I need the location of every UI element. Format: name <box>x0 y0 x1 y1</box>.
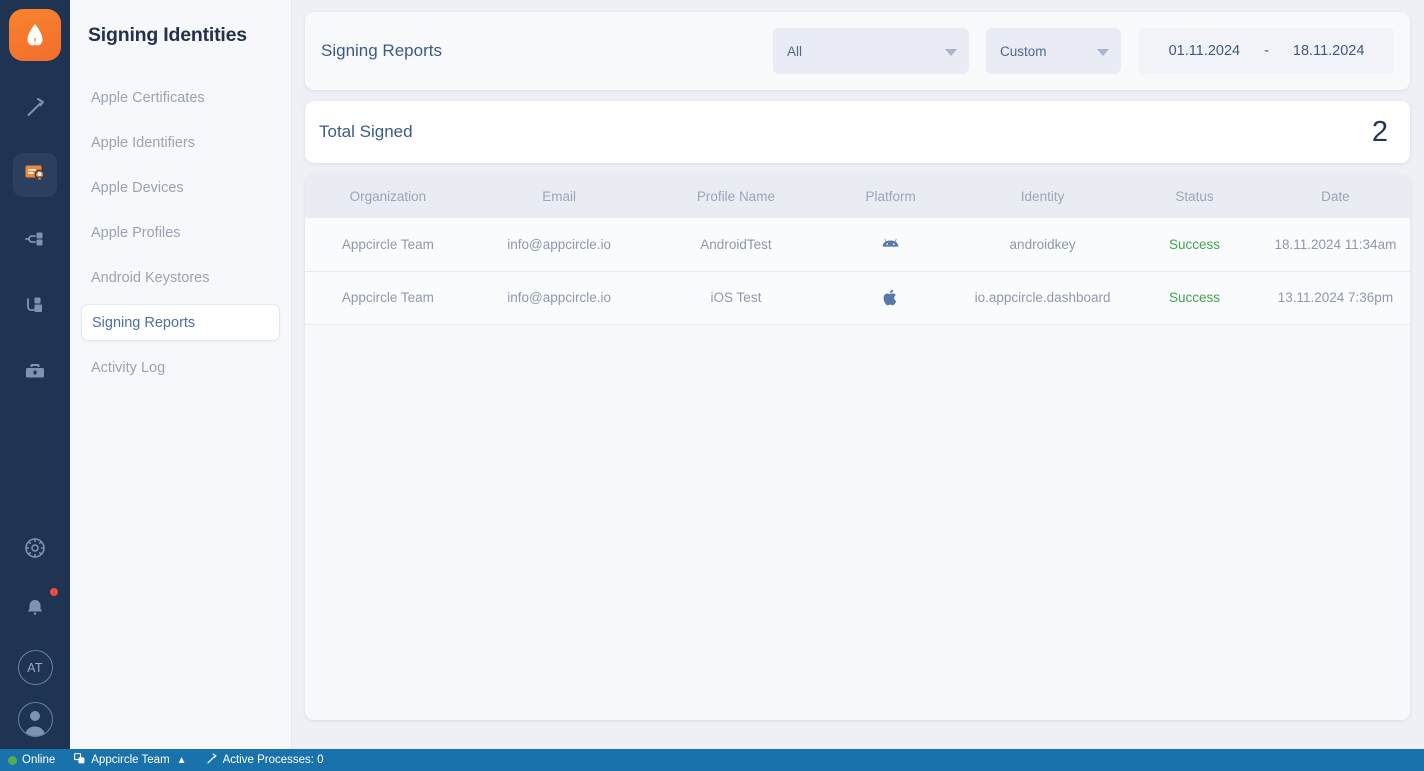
rail-bottom-group: AT <box>0 528 70 737</box>
cell-profile-name: iOS Test <box>647 271 825 325</box>
column-header-platform[interactable]: Platform <box>824 174 957 218</box>
status-online-label: Online <box>22 754 56 766</box>
chevron-down-icon <box>945 49 957 56</box>
rail-item-build[interactable] <box>13 87 57 131</box>
sidebar-nav: Apple Certificates Apple Identifiers App… <box>70 79 291 386</box>
sidebar-item-apple-devices[interactable]: Apple Devices <box>81 169 280 206</box>
primary-nav-rail: AT <box>0 0 70 749</box>
cell-email: info@appcircle.io <box>470 271 648 325</box>
date-to[interactable]: 18.11.2024 <box>1293 43 1365 59</box>
apple-icon <box>880 287 901 308</box>
green-dot-icon <box>8 755 17 765</box>
status-online[interactable]: Online <box>8 754 55 766</box>
total-signed-card: Total Signed 2 <box>305 101 1410 163</box>
sidebar-item-android-keystores[interactable]: Android Keystores <box>81 259 280 296</box>
sidebar-item-apple-identifiers[interactable]: Apple Identifiers <box>81 124 280 161</box>
sidebar-item-label: Activity Log <box>91 359 166 376</box>
cell-date: 18.11.2024 11:34am <box>1260 218 1410 272</box>
notification-badge-dot <box>50 588 58 596</box>
main-content: Signing Reports All Custom 01.11.2024 - … <box>292 0 1424 749</box>
organization-avatar-label: AT <box>27 660 43 675</box>
date-range-picker[interactable]: 01.11.2024 - 18.11.2024 <box>1139 28 1394 74</box>
cell-organization: Appcircle Team <box>305 218 471 272</box>
sidebar-item-apple-profiles[interactable]: Apple Profiles <box>81 214 280 251</box>
cell-status: Success <box>1128 218 1261 272</box>
hammer-build-icon <box>205 752 218 768</box>
organization-switch-icon <box>73 752 86 768</box>
filter-range-select[interactable]: Custom <box>986 28 1121 74</box>
cell-platform <box>824 271 957 325</box>
signing-reports-table-card: Organization Email Profile Name Platform… <box>305 174 1410 720</box>
cell-identity: io.appcircle.dashboard <box>956 271 1129 325</box>
column-header-status[interactable]: Status <box>1128 174 1261 218</box>
sidebar-item-apple-certificates[interactable]: Apple Certificates <box>81 79 280 116</box>
appcircle-logo-icon[interactable] <box>9 9 61 61</box>
certificate-signing-icon <box>23 161 47 190</box>
rail-item-store-submit[interactable] <box>13 285 57 329</box>
briefcase-enterprise-icon <box>23 359 47 388</box>
status-bar: Online Appcircle Team ▲ Active Processes… <box>0 749 1424 771</box>
app-window: AT Signing Identities Apple Certificates… <box>0 0 1424 771</box>
column-header-email[interactable]: Email <box>470 174 648 218</box>
sidebar-item-activity-log[interactable]: Activity Log <box>81 349 280 386</box>
column-header-organization[interactable]: Organization <box>305 174 471 218</box>
rail-item-distribute[interactable] <box>13 219 57 263</box>
total-signed-label: Total Signed <box>319 122 413 141</box>
store-submit-icon <box>23 293 47 322</box>
hammer-build-icon <box>23 95 47 124</box>
user-profile-avatar[interactable] <box>17 702 53 737</box>
signing-reports-table: Organization Email Profile Name Platform… <box>305 174 1410 325</box>
status-active-processes[interactable]: Active Processes: 0 <box>205 752 324 768</box>
table-body: Appcircle Team info@appcircle.io Android… <box>305 218 1410 325</box>
column-header-identity[interactable]: Identity <box>956 174 1129 218</box>
cell-status: Success <box>1128 271 1261 325</box>
sidebar-item-label: Apple Profiles <box>91 224 181 241</box>
table-head: Organization Email Profile Name Platform… <box>305 174 1410 218</box>
notifications-button[interactable] <box>13 588 58 633</box>
notifications-bell-icon <box>23 597 47 626</box>
chevron-up-icon: ▲ <box>176 754 187 766</box>
page-title: Signing Identities <box>88 24 247 46</box>
status-active-processes-label: Active Processes: 0 <box>222 754 324 766</box>
filter-all-select[interactable]: All <box>773 28 969 74</box>
sidebar-item-label: Apple Certificates <box>91 89 205 106</box>
rail-item-signing-identities[interactable] <box>13 153 57 197</box>
settings-button[interactable] <box>13 528 57 572</box>
android-icon <box>880 234 901 255</box>
date-from[interactable]: 01.11.2024 <box>1169 43 1241 59</box>
sidebar-item-signing-reports[interactable]: Signing Reports <box>81 304 280 341</box>
cell-email: info@appcircle.io <box>470 218 648 272</box>
cell-organization: Appcircle Team <box>305 271 471 325</box>
sidebar-item-label: Signing Reports <box>92 314 196 331</box>
secondary-sidebar: Signing Identities Apple Certificates Ap… <box>70 0 292 749</box>
table-row[interactable]: Appcircle Team info@appcircle.io Android… <box>305 218 1410 272</box>
reports-header-card: Signing Reports All Custom 01.11.2024 - … <box>305 12 1410 90</box>
chevron-down-icon <box>1097 49 1109 56</box>
total-signed-value: 2 <box>1371 115 1388 148</box>
date-separator: - <box>1264 43 1269 59</box>
rail-item-enterprise-store[interactable] <box>13 351 57 395</box>
settings-gear-icon <box>22 535 48 566</box>
column-header-date[interactable]: Date <box>1260 174 1410 218</box>
table-header-row: Organization Email Profile Name Platform… <box>305 174 1410 218</box>
table-row[interactable]: Appcircle Team info@appcircle.io iOS Tes… <box>305 271 1410 325</box>
reports-title: Signing Reports <box>321 41 442 60</box>
sidebar-item-label: Apple Devices <box>91 179 184 196</box>
cell-platform <box>824 218 957 272</box>
user-silhouette-icon <box>25 711 45 736</box>
status-organization[interactable]: Appcircle Team ▲ <box>73 752 187 768</box>
organization-avatar[interactable]: AT <box>17 650 53 685</box>
filter-range-value: Custom <box>1000 43 1047 59</box>
status-organization-label: Appcircle Team <box>91 754 170 766</box>
cell-date: 13.11.2024 7:36pm <box>1260 271 1410 325</box>
rail-icon-list <box>13 87 57 395</box>
reports-filters: All Custom 01.11.2024 - 18.11.2024 <box>773 28 1394 74</box>
filter-all-value: All <box>787 43 803 59</box>
cell-profile-name: AndroidTest <box>647 218 825 272</box>
sidebar-item-label: Android Keystores <box>91 269 210 286</box>
column-header-profile-name[interactable]: Profile Name <box>647 174 825 218</box>
cell-identity: androidkey <box>956 218 1129 272</box>
distribute-branch-icon <box>23 227 47 256</box>
sidebar-item-label: Apple Identifiers <box>91 134 195 151</box>
